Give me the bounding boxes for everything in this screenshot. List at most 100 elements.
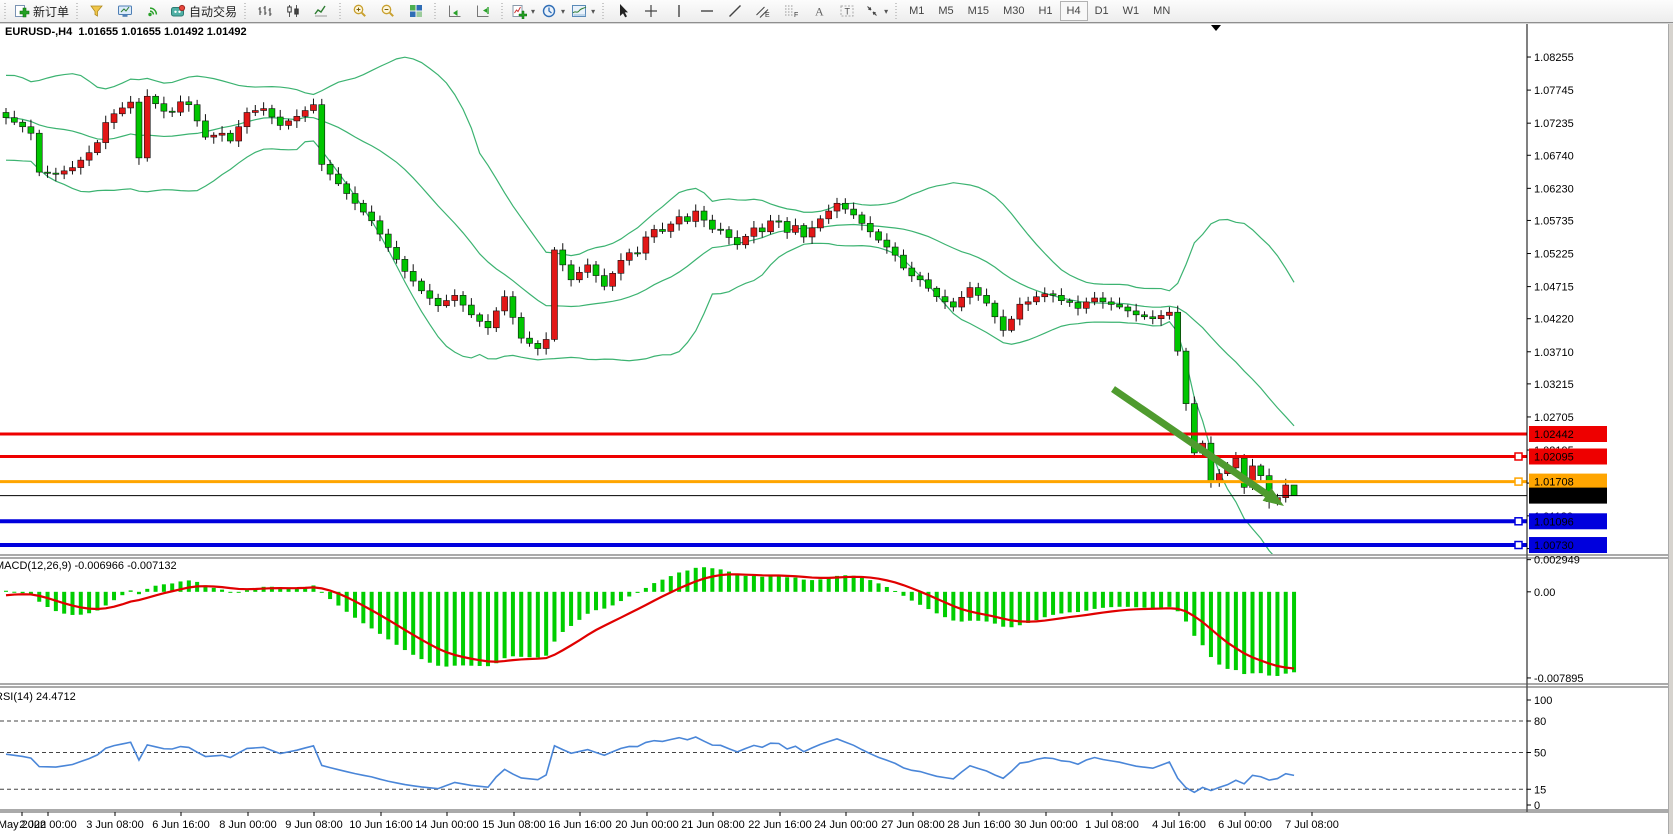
chart-shift-button[interactable] [469,0,497,22]
macd-axis: 0.0029490.00-0.007895 [1527,555,1584,685]
auto-scroll-button[interactable] [441,0,469,22]
timeframe-mn-button[interactable]: MN [1146,1,1177,21]
line-chart-button[interactable] [307,0,335,22]
equidistant-channel-button[interactable]: E [749,0,777,22]
periods-button[interactable]: ▾ [538,0,568,22]
chart-canvas[interactable]: 1.082551.077451.072351.067401.062301.057… [0,0,1673,834]
price-tag-1.01096: 1.01096 [1534,516,1574,528]
cursor-button[interactable] [609,0,637,22]
arrows-button[interactable]: ▾ [861,0,891,22]
svg-text:T: T [845,7,851,17]
new-order-button[interactable]: 新订单 [11,0,72,22]
time-label: 3 Jun 08:00 [86,819,144,831]
dropdown-arrow-icon[interactable]: ▾ [561,7,565,16]
time-label: 24 Jun 00:00 [814,819,878,831]
indicators-icon [511,3,527,19]
toolbar-grip [2,3,9,19]
timeframe-h4-button[interactable]: H4 [1060,1,1088,21]
timeframe-m1-button[interactable]: M1 [902,1,931,21]
timeframe-d1-button[interactable]: D1 [1088,1,1116,21]
trendline-button[interactable] [721,0,749,22]
chart-shift-marker-icon [1211,25,1221,31]
main-toolbar: 新订单 自动交易 ▾ ▾ ▾ EFA T ▾ M1M5M15M30H1H4D1W1MN [0,0,1673,23]
tile-windows-icon [408,3,424,19]
price-tag-1.00730: 1.00730 [1534,540,1574,552]
time-label: 8 Jun 00:00 [219,819,277,831]
timeframe-m30-button[interactable]: M30 [996,1,1031,21]
svg-text:1.06230: 1.06230 [1534,183,1574,195]
toolbar-grip [600,3,607,19]
horizontal-line-button[interactable] [693,0,721,22]
horizontal-lines[interactable] [0,434,1527,545]
price-tag-1.01708: 1.01708 [1534,477,1574,489]
crosshair-button[interactable] [637,0,665,22]
svg-text:1.03215: 1.03215 [1534,379,1574,391]
timeframe-m15-button[interactable]: M15 [961,1,996,21]
dropdown-arrow-icon[interactable]: ▾ [531,7,535,16]
svg-text:-0.007895: -0.007895 [1534,673,1584,685]
styler-button[interactable] [83,0,111,22]
dropdown-arrow-icon[interactable]: ▾ [591,7,595,16]
time-label: 15 Jun 08:00 [482,819,546,831]
line-handle[interactable] [1515,453,1522,460]
svg-text:1.08255: 1.08255 [1534,52,1574,64]
time-label: 16 Jun 16:00 [548,819,612,831]
bollinger-bands [6,57,1294,569]
time-label: 21 Jun 08:00 [681,819,745,831]
line-handle[interactable] [1515,542,1522,549]
price-tag-1.02442: 1.02442 [1534,429,1574,441]
candlestick-chart-button[interactable] [279,0,307,22]
macd-indicator-label: MACD(12,26,9) -0.006966 -0.007132 [0,560,177,572]
line-handle[interactable] [1515,518,1522,525]
panel-separators[interactable] [0,555,1673,812]
periods-icon [541,3,557,19]
bars-icon [257,3,273,19]
trendline-icon [727,3,743,19]
line-handle[interactable] [1515,478,1522,485]
horizontal-line-icon [699,3,715,19]
toolbar-grip [893,3,900,19]
svg-text:1.04715: 1.04715 [1534,282,1574,294]
algo-trading-button[interactable]: 自动交易 [167,0,240,22]
zoom-in-button[interactable] [346,0,374,22]
line-chart-icon [313,3,329,19]
svg-text:15: 15 [1534,784,1546,796]
svg-text:A: A [815,5,824,19]
new-order-icon [14,3,30,19]
price-tag-1.01492: 1.01492 [1534,491,1574,503]
rsi-axis: 1008050150 [1527,695,1552,812]
indicators-button[interactable]: ▾ [508,0,538,22]
time-label: 7 Jul 08:00 [1285,819,1339,831]
dropdown-arrow-icon[interactable]: ▾ [884,7,888,16]
templates-button[interactable]: ▾ [568,0,598,22]
cursor-icon [615,3,631,19]
svg-text:1.02705: 1.02705 [1534,412,1574,424]
svg-text:1.04220: 1.04220 [1534,314,1574,326]
toolbar-grip [242,3,249,19]
styler-icon [89,3,105,19]
signals-button[interactable] [139,0,167,22]
text-label-button[interactable]: T [833,0,861,22]
svg-text:1.07745: 1.07745 [1534,85,1574,97]
zoom-out-button[interactable] [374,0,402,22]
timeframe-w1-button[interactable]: W1 [1116,1,1147,21]
candles-layer [3,89,1297,508]
fibonacci-button[interactable]: F [777,0,805,22]
price-axis: 1.082551.077451.072351.067401.062301.057… [1527,24,1574,812]
timeframe-h1-button[interactable]: H1 [1031,1,1059,21]
zoom-in-icon [352,3,368,19]
time-label: 10 Jun 16:00 [349,819,413,831]
new-order-label: 新订单 [33,3,69,20]
text-button[interactable]: A [805,0,833,22]
auto-scroll-icon [447,3,463,19]
bars-chart-button[interactable] [251,0,279,22]
signals-icon [145,3,161,19]
candlesticks-icon [285,3,301,19]
profiles-button[interactable] [111,0,139,22]
chart-shift-icon [475,3,491,19]
vertical-line-icon [671,3,687,19]
timeframe-m5-button[interactable]: M5 [931,1,960,21]
tile-windows-button[interactable] [402,0,430,22]
vertical-line-button[interactable] [665,0,693,22]
templates-icon [571,3,587,19]
